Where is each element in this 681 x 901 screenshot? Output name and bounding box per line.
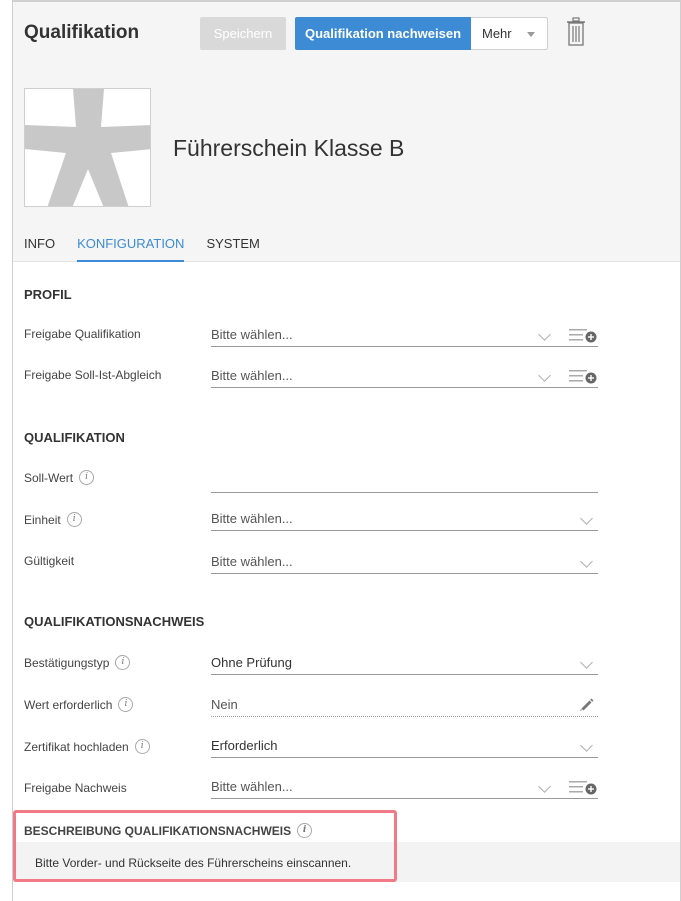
gueltigkeit-select[interactable]: Bitte wählen... [211, 554, 598, 574]
section-nachweis-heading: QUALIFIKATIONSNACHWEIS [24, 614, 205, 629]
gueltigkeit-label: Gültigkeit [24, 554, 74, 568]
trash-icon[interactable] [566, 17, 586, 47]
page-title: Qualifikation [24, 22, 140, 43]
soll-wert-input[interactable] [211, 473, 598, 493]
prove-qualification-button[interactable]: Qualifikation nachweisen [295, 17, 471, 50]
freigabe-qualifikation-label: Freigabe Qualifikation [24, 327, 141, 341]
add-list-icon[interactable] [568, 327, 598, 343]
chevron-down-icon [538, 369, 551, 382]
zertifikat-hochladen-label: Zertifikat hochladen i [24, 739, 150, 754]
tab-system[interactable]: SYSTEM [206, 236, 259, 262]
bestaetigungstyp-select[interactable]: Ohne Prüfung [211, 655, 598, 675]
qualification-name: Führerschein Klasse B [173, 135, 405, 161]
chevron-down-icon [580, 512, 593, 525]
freigabe-nachweis-label: Freigabe Nachweis [24, 781, 127, 795]
zertifikat-hochladen-select[interactable]: Erforderlich [211, 738, 598, 758]
select-value: Ohne Prüfung [211, 655, 292, 670]
einheit-label: Einheit i [24, 512, 82, 527]
section-profil-heading: PROFIL [24, 287, 72, 302]
select-value: Bitte wählen... [211, 368, 293, 383]
bestaetigungstyp-label: Bestätigungstyp i [24, 655, 131, 670]
row-label-text: Wert erforderlich [24, 697, 113, 712]
more-label: Mehr [482, 26, 512, 41]
field-value: Nein [211, 697, 238, 712]
tab-bar: INFO KONFIGURATION SYSTEM [24, 236, 282, 262]
chevron-down-icon [580, 739, 593, 752]
highlight-box [13, 810, 397, 882]
chevron-down-icon [538, 780, 551, 793]
row-label-text: Soll-Wert [24, 470, 74, 485]
caret-down-icon [527, 32, 535, 37]
select-value: Bitte wählen... [211, 554, 293, 569]
section-qualifikation-heading: QUALIFIKATION [24, 430, 125, 445]
info-icon[interactable]: i [79, 470, 95, 485]
row-label-text: Gültigkeit [24, 554, 75, 568]
wert-erforderlich-field[interactable]: Nein [211, 697, 598, 717]
freigabe-qualifikation-select[interactable]: Bitte wählen... [211, 327, 598, 347]
top-border [13, 0, 680, 2]
freigabe-soll-ist-label: Freigabe Soll-Ist-Abgleich [24, 368, 161, 382]
tab-konfiguration[interactable]: KONFIGURATION [77, 236, 185, 262]
row-label-text: Freigabe Soll-Ist-Abgleich [24, 368, 162, 382]
more-dropdown[interactable]: Mehr [471, 17, 548, 50]
freigabe-nachweis-select[interactable]: Bitte wählen... [211, 779, 598, 799]
tab-info[interactable]: INFO [24, 236, 55, 262]
add-list-icon[interactable] [568, 779, 598, 795]
row-label-text: Freigabe Qualifikation [24, 327, 141, 341]
select-value: Bitte wählen... [211, 511, 293, 526]
info-icon[interactable]: i [118, 697, 134, 712]
row-label-text: Zertifikat hochladen [24, 739, 129, 754]
save-button[interactable]: Speichern [200, 17, 286, 50]
select-value: Bitte wählen... [211, 779, 293, 794]
add-list-icon[interactable] [568, 368, 598, 384]
asterisk-placeholder-icon [25, 89, 150, 206]
freigabe-soll-ist-select[interactable]: Bitte wählen... [211, 368, 598, 388]
wert-erforderlich-label: Wert erforderlich i [24, 697, 134, 712]
chevron-down-icon [580, 656, 593, 669]
row-label-text: Bestätigungstyp [24, 655, 110, 670]
einheit-select[interactable]: Bitte wählen... [211, 511, 598, 531]
chevron-down-icon [580, 555, 593, 568]
chevron-down-icon [538, 328, 551, 341]
pencil-icon[interactable] [578, 696, 594, 712]
select-value: Erforderlich [211, 738, 278, 753]
info-icon[interactable]: i [134, 739, 150, 754]
select-value: Bitte wählen... [211, 327, 293, 342]
qualification-image [24, 88, 151, 207]
row-label-text: Einheit [24, 512, 61, 527]
info-icon[interactable]: i [115, 655, 131, 670]
soll-wert-label: Soll-Wert i [24, 470, 95, 485]
row-label-text: Freigabe Nachweis [24, 781, 127, 795]
info-icon[interactable]: i [66, 512, 82, 527]
